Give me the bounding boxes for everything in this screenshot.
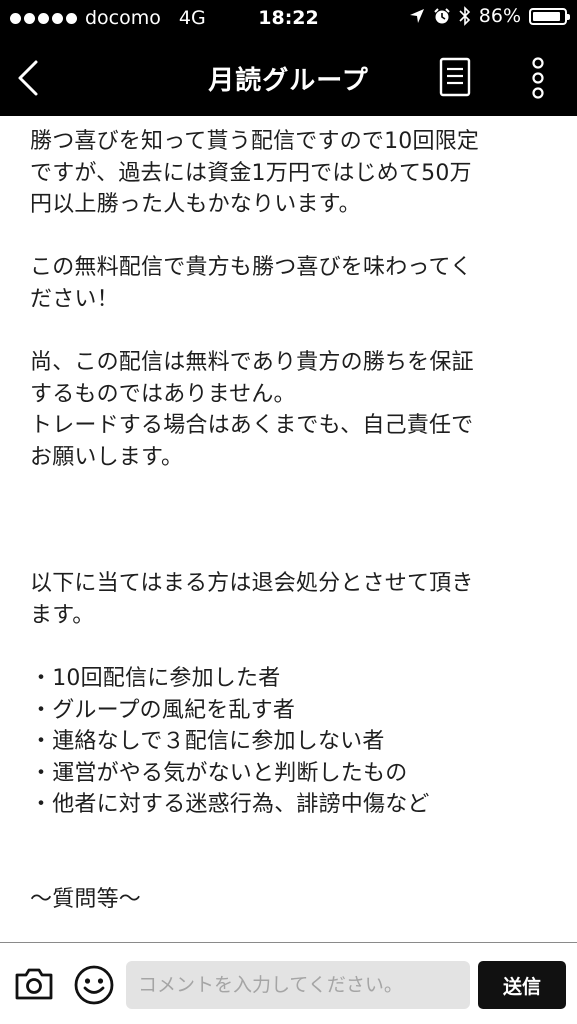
message-area[interactable]: 勝つ喜びを知って貰う配信ですので10回限定 ですが、過去には資金1万円ではじめて…: [0, 116, 577, 942]
status-bar: docomo 4G 18:22 86%: [0, 0, 577, 40]
more-vertical-icon[interactable]: [528, 56, 548, 100]
status-right: 86%: [409, 5, 570, 27]
battery-icon: [529, 7, 570, 25]
input-bar: 送信: [0, 942, 577, 1024]
message-text: 勝つ喜びを知って貰う配信ですので10回限定 ですが、過去には資金1万円ではじめて…: [30, 129, 480, 913]
nav-bar: 月読グループ: [0, 40, 577, 116]
emoji-icon[interactable]: [72, 963, 116, 1007]
send-button[interactable]: 送信: [478, 961, 566, 1009]
comment-input[interactable]: [126, 961, 470, 1009]
notes-icon[interactable]: [437, 57, 473, 97]
location-arrow-icon: [409, 9, 424, 23]
bluetooth-icon: [459, 6, 470, 26]
battery-percentage: 86%: [478, 5, 521, 27]
alarm-icon: [434, 8, 450, 24]
camera-icon[interactable]: [12, 963, 56, 1003]
chat-title: 月読グループ: [208, 66, 369, 96]
